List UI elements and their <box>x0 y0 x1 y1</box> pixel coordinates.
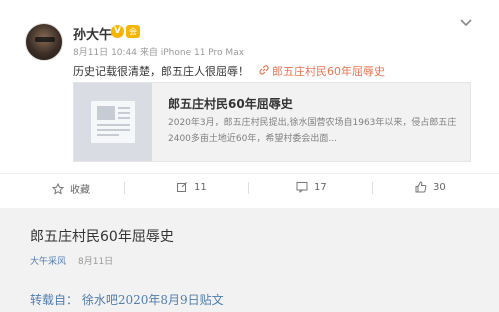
action-bar: 收藏 11 17 30 <box>0 173 499 201</box>
user-avatar[interactable] <box>25 23 63 61</box>
star-icon <box>52 182 64 195</box>
article-title: 郎五庄村民60年屈辱史 <box>30 229 174 245</box>
favorite-button[interactable]: 收藏 <box>52 181 90 196</box>
divider <box>372 182 373 194</box>
weibo-post: 孙大午 V 会 8月11日 10:44 来自 iPhone 11 Pro Max… <box>0 0 499 208</box>
post-meta: 8月11日 10:44 来自 iPhone 11 Pro Max <box>73 45 244 58</box>
document-icon <box>74 83 152 161</box>
card-title: 郎五庄村民60年屈辱史 <box>168 97 293 111</box>
divider <box>124 182 125 194</box>
repost-count: 11 <box>194 181 207 193</box>
share-icon <box>177 182 187 192</box>
divider <box>248 182 249 194</box>
chevron-down-icon[interactable] <box>459 18 473 28</box>
verified-badge: V <box>111 25 124 38</box>
post-time: 10:44 <box>111 48 137 58</box>
username[interactable]: 孙大午 <box>73 24 112 43</box>
comment-count: 17 <box>314 181 327 193</box>
article-author[interactable]: 大午采风 <box>30 254 66 267</box>
like-button[interactable]: 30 <box>415 181 446 193</box>
link-icon <box>259 65 269 75</box>
article-card[interactable]: 郎五庄村民60年屈辱史 2020年3月，郎五庄村民提出,徐水国营农场自1963年… <box>73 82 471 162</box>
card-description: 2020年3月，郎五庄村民提出,徐水国营农场自1963年以来，侵占郎五庄2400… <box>168 118 457 144</box>
article-link[interactable]: 郎五庄村民60年屈辱史 <box>272 63 385 79</box>
post-source: 来自 iPhone 11 Pro Max <box>139 48 245 58</box>
post-text: 历史记载很清楚，郎五庄人很屈辱！ <box>73 65 249 78</box>
comment-button[interactable]: 17 <box>296 181 327 193</box>
article-date: 8月11日 <box>78 257 114 267</box>
post-date: 8月11日 <box>73 48 109 58</box>
favorite-label: 收藏 <box>70 185 90 196</box>
repost-source: 转载自： 徐水吧2020年8月9日贴文 <box>30 293 224 307</box>
repost-button[interactable]: 11 <box>176 181 207 193</box>
vip-badge-icon: 会 <box>126 25 140 38</box>
like-count: 30 <box>433 181 446 193</box>
comment-icon <box>296 182 308 193</box>
thumbs-up-icon <box>415 181 427 193</box>
